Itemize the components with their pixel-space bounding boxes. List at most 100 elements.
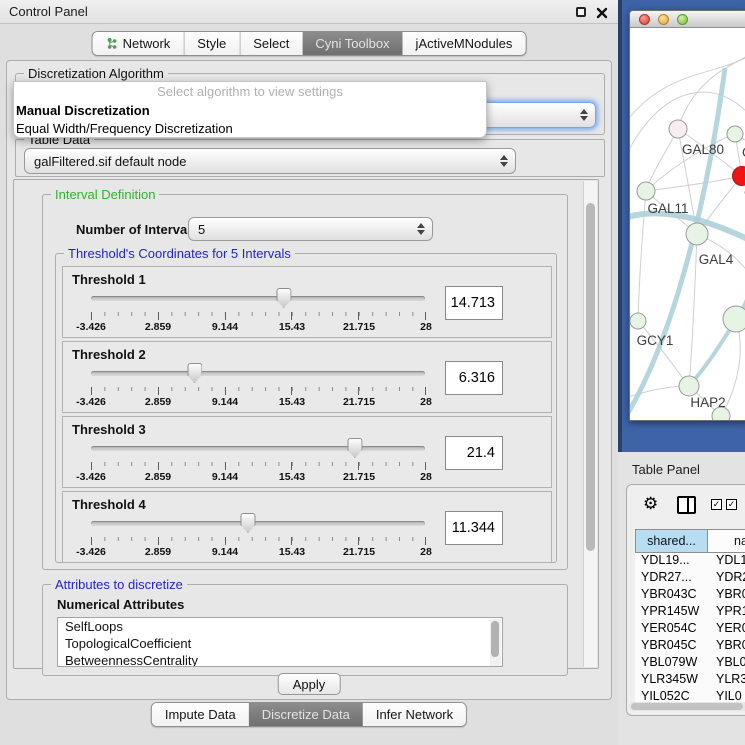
node-gcy1[interactable]	[630, 313, 646, 329]
threshold-value-input[interactable]	[445, 286, 503, 320]
threshold-slider[interactable]	[91, 287, 425, 309]
threshold-slider[interactable]	[91, 512, 425, 534]
close-window-icon[interactable]	[596, 6, 608, 18]
table-row[interactable]: YBR045CYBR0	[635, 638, 745, 655]
combo-arrows-icon	[417, 223, 425, 235]
slider-track[interactable]	[91, 446, 425, 451]
threshold-label: Threshold 2	[72, 347, 146, 362]
node-pink[interactable]	[669, 120, 687, 138]
checkbox-checked-icon[interactable]: ✓	[711, 499, 722, 510]
table-row[interactable]: YDL19...YDL1	[635, 553, 745, 570]
threshold-4-panel: Threshold 4 -3.426 2.859 9.144 15.43	[62, 491, 552, 563]
threshold-2-panel: Threshold 2 -3.426 2.859 9.144 15.43	[62, 341, 552, 413]
threshold-value-input[interactable]	[445, 436, 503, 470]
interval-definition-group-label: Interval Definition	[51, 187, 159, 202]
number-of-intervals-value: 5	[198, 222, 205, 237]
list-item[interactable]: BetweennessCentrality	[58, 652, 502, 667]
threshold-label: Threshold 3	[72, 422, 146, 437]
tab-jactivemnodules[interactable]: jActiveMNodules	[403, 32, 526, 55]
tab-impute-data[interactable]: Impute Data	[152, 703, 249, 726]
threshold-value-input[interactable]	[445, 511, 503, 545]
table-horizontal-scrollbar[interactable]	[629, 702, 745, 711]
slider-handle[interactable]	[276, 288, 291, 308]
tab-infer-network[interactable]: Infer Network	[363, 703, 466, 726]
node-green-large[interactable]	[723, 306, 745, 332]
slider-tick-labels: -3.426 2.859 9.144 15.43 21.715 28	[91, 471, 426, 484]
slider-track[interactable]	[91, 371, 425, 376]
table-data-group: Table Data galFiltered.sif default node	[15, 139, 605, 177]
list-scrollbar[interactable]	[490, 619, 501, 667]
settings-vertical-scrollbar[interactable]	[583, 181, 597, 667]
gear-icon[interactable]: ⚙	[643, 495, 658, 513]
threshold-slider[interactable]	[91, 362, 425, 384]
node-green[interactable]	[686, 223, 708, 245]
node-label-gal4: GAL4	[699, 252, 734, 267]
threshold-label: Threshold 1	[72, 272, 146, 287]
network-canvas[interactable]: GAL80 G C GAL11 GAL4 GCY1 H HAP2	[630, 28, 745, 421]
apply-button[interactable]: Apply	[278, 673, 341, 695]
tab-select[interactable]: Select	[239, 32, 302, 55]
node-table: shared... name YDL19...YDL1 YDR27...YDR2…	[635, 529, 745, 706]
slider-ticks	[91, 462, 426, 470]
number-of-intervals-label: Number of Intervals	[76, 222, 198, 237]
table-row[interactable]: YBR043CYBR0	[635, 587, 745, 604]
scrollbar-thumb[interactable]	[631, 703, 743, 710]
minimize-traffic-light-icon[interactable]	[658, 14, 669, 25]
table-panel-title: Table Panel	[632, 462, 700, 477]
table-row[interactable]: YDR27...YDR2	[635, 570, 745, 587]
table-row[interactable]: YER054CYER0	[635, 621, 745, 638]
network-view-window: GAL80 G C GAL11 GAL4 GCY1 H HAP2	[629, 10, 745, 421]
table-row[interactable]: YPR145WYPR1	[635, 604, 745, 621]
tab-style[interactable]: Style	[183, 32, 239, 55]
scrollbar-thumb[interactable]	[586, 203, 595, 551]
threshold-1-panel: Threshold 1 -3.426 2.859 9.144 15.43	[62, 266, 552, 338]
dropdown-option-equal-width-frequency[interactable]: Equal Width/Frequency Discretization	[14, 120, 486, 138]
tab-discretize-data[interactable]: Discretize Data	[249, 703, 363, 726]
discretization-algorithm-group-label: Discretization Algorithm	[24, 66, 168, 81]
combo-arrows-icon	[580, 109, 588, 121]
table-panel-region: Table Panel ⚙ ✓ ✓ shared... name YDL19..…	[618, 452, 745, 745]
column-header-shared-name[interactable]: shared...	[635, 529, 708, 553]
dropdown-option-manual-discretization[interactable]: Manual Discretization	[14, 102, 486, 120]
list-item[interactable]: TopologicalCoefficient	[58, 635, 502, 652]
column-header-name[interactable]: name	[708, 529, 745, 553]
attributes-to-discretize-group: Attributes to discretize Numerical Attri…	[42, 584, 568, 676]
split-column-icon[interactable]	[677, 496, 696, 514]
close-traffic-light-icon[interactable]	[639, 14, 650, 25]
node-label-gal11: GAL11	[647, 201, 688, 216]
table-row[interactable]: YBL079WYBL0	[635, 655, 745, 672]
slider-track[interactable]	[91, 296, 425, 301]
numerical-attributes-label: Numerical Attributes	[57, 597, 184, 612]
checkbox-checked-icon[interactable]: ✓	[726, 499, 737, 510]
slider-track[interactable]	[91, 521, 425, 526]
node-hap2[interactable]	[679, 376, 699, 396]
table-data-combobox[interactable]: galFiltered.sif default node	[24, 148, 516, 174]
thresholds-coordinates-group: Threshold's Coordinates for 5 Intervals …	[55, 253, 557, 563]
slider-handle[interactable]	[240, 513, 255, 533]
tab-network[interactable]: Network	[93, 32, 184, 55]
node-green[interactable]	[727, 126, 743, 142]
threshold-slider[interactable]	[91, 437, 425, 459]
tab-label: Network	[123, 36, 171, 51]
table-row[interactable]: YLR345WYLR3	[635, 672, 745, 689]
network-graph-icon	[106, 37, 118, 50]
number-of-intervals-combobox[interactable]: 5	[188, 217, 433, 241]
algorithm-dropdown-popup: Select algorithm to view settings Manual…	[13, 81, 487, 138]
control-panel-window: Control Panel Network Style Select Cyni …	[0, 0, 618, 745]
threshold-value-input[interactable]	[445, 361, 503, 395]
zoom-traffic-light-icon[interactable]	[677, 14, 688, 25]
control-panel-titlebar: Control Panel	[0, 0, 618, 24]
network-window-titlebar[interactable]	[630, 11, 745, 28]
node-red-selected[interactable]	[733, 167, 745, 186]
slider-handle[interactable]	[187, 363, 202, 383]
slider-ticks	[91, 312, 426, 320]
attributes-group-label: Attributes to discretize	[51, 577, 187, 592]
tab-cyni-toolbox[interactable]: Cyni Toolbox	[302, 32, 402, 55]
dropdown-hint: Select algorithm to view settings	[14, 82, 486, 102]
node-gal11[interactable]	[637, 182, 655, 200]
network-graph: GAL80 G C GAL11 GAL4 GCY1 H HAP2	[630, 28, 745, 421]
list-item[interactable]: SelfLoops	[58, 618, 502, 635]
slider-handle[interactable]	[347, 438, 362, 458]
float-window-icon[interactable]	[576, 7, 586, 17]
settings-scroll-pane: Interval Definition Number of Intervals …	[13, 179, 599, 669]
